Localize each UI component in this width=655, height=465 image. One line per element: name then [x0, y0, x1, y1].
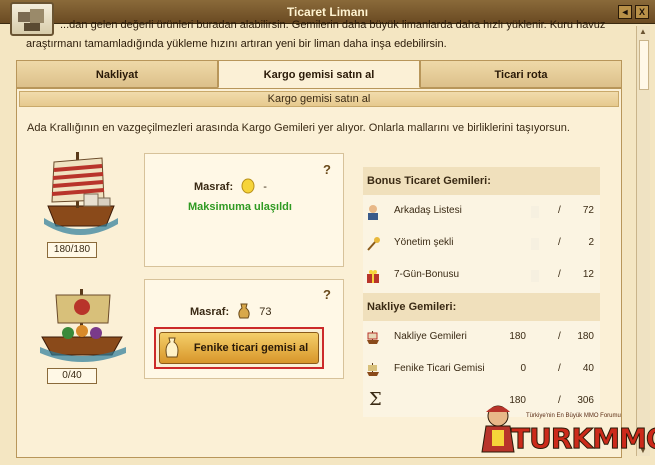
scepter-icon — [367, 237, 380, 251]
transport-name: Nakliye Gemileri — [394, 331, 467, 342]
close-button[interactable]: X — [635, 5, 649, 19]
bonus-max: 72 — [582, 205, 594, 216]
bonus-row-7day: 7-Gün-Bonusu / 12 — [363, 261, 600, 291]
intro-line-2: araştırmanı tamamladığında yükleme hızın… — [26, 38, 447, 50]
bonus-section-header: Bonus Ticaret Gemileri: — [363, 167, 600, 195]
luxury-goods-icon — [238, 303, 250, 319]
cargo-cost: Masraf: - — [194, 178, 267, 194]
buy-phoenician-button-frame: Fenike ticari gemisi al — [154, 327, 324, 369]
transport-section-header: Nakliye Gemileri: — [363, 293, 600, 321]
transport-current: 180 — [509, 331, 526, 342]
cargo-ship-count: 180/180 — [47, 242, 97, 258]
turkmmo-logo: Türkiye'nin En Büyük MMO Forumu TURKMMO — [476, 398, 655, 458]
amphora-icon — [165, 337, 179, 358]
transport-current: 0 — [520, 363, 526, 374]
buy-phoenician-button[interactable]: Fenike ticari gemisi al — [159, 332, 319, 364]
friends-icon — [368, 205, 378, 220]
transport-row-phoenician: Fenike Ticari Gemisi 0 / 40 — [363, 355, 600, 385]
phoenician-cost: Masraf: 73 — [190, 302, 272, 320]
sum-icon: Σ — [369, 389, 382, 410]
gold-coin-icon — [241, 178, 255, 194]
panel-header: Kargo gemisi satın al — [19, 91, 619, 107]
tab-trade-route[interactable]: Ticari rota — [420, 60, 622, 88]
bonus-name: Yönetim şekli — [394, 237, 454, 248]
brand-wordmark: TURKMMO — [511, 422, 655, 456]
bonus-max: 2 — [588, 237, 594, 248]
phoenician-help-icon[interactable]: ? — [323, 287, 331, 302]
bonus-row-government: Yönetim şekli / 2 — [363, 229, 600, 259]
tab-transport[interactable]: Nakliyat — [16, 60, 218, 88]
transport-max: 180 — [577, 331, 594, 342]
slash: / — [558, 331, 561, 342]
intro-text: ...dan gelen değerli ürünleri buradan al… — [26, 16, 630, 54]
phoenician-ship-count: 0/40 — [47, 368, 97, 384]
bonus-row-friends: Arkadaş Listesi / 72 — [363, 197, 600, 227]
phoenician-ship-icon — [367, 363, 379, 376]
transport-row-cargo: Nakliye Gemileri 180 / 180 — [363, 323, 600, 353]
phoenician-cost-label: Masraf: — [190, 306, 230, 318]
bonus-name: Arkadaş Listesi — [394, 205, 462, 216]
transport-name: Fenike Ticari Gemisi — [394, 363, 485, 374]
bonus-max: 12 — [582, 269, 594, 280]
tab-buy-cargo-ship[interactable]: Kargo gemisi satın al — [218, 60, 420, 88]
scrollbar[interactable]: ▲ ▼ — [636, 26, 650, 456]
bonus-name: 7-Gün-Bonusu — [394, 269, 460, 280]
slash: / — [558, 205, 561, 216]
transport-max: 40 — [582, 363, 594, 374]
panel-description: Ada Krallığının en vazgeçilmezleri arası… — [27, 122, 570, 134]
slash: / — [558, 363, 561, 374]
cargo-ship-image — [44, 152, 118, 235]
ship-summary-table: Bonus Ticaret Gemileri: Arkadaş Listesi … — [363, 167, 600, 417]
buy-phoenician-label: Fenike ticari gemisi al — [193, 342, 309, 354]
slash: / — [558, 237, 561, 248]
cargo-cost-label: Masraf: — [194, 181, 234, 193]
phoenician-ship-image — [40, 289, 126, 362]
tab-bar: Nakliyat Kargo gemisi satın al Ticari ro… — [16, 60, 622, 88]
intro-line-1: ...dan gelen değerli ürünleri buradan al… — [60, 19, 606, 31]
gift-icon — [367, 270, 379, 283]
scroll-up-icon[interactable]: ▲ — [639, 27, 647, 36]
scroll-thumb[interactable] — [639, 40, 649, 90]
cargo-status: Maksimuma ulaşıldı — [188, 201, 292, 213]
cargo-cost-value: - — [263, 181, 267, 193]
phoenician-cost-value: 73 — [259, 306, 272, 318]
cargo-ship-icon — [367, 331, 379, 344]
cargo-help-icon[interactable]: ? — [323, 162, 331, 177]
brand-tagline: Türkiye'nin En Büyük MMO Forumu — [526, 413, 621, 419]
slash: / — [558, 269, 561, 280]
